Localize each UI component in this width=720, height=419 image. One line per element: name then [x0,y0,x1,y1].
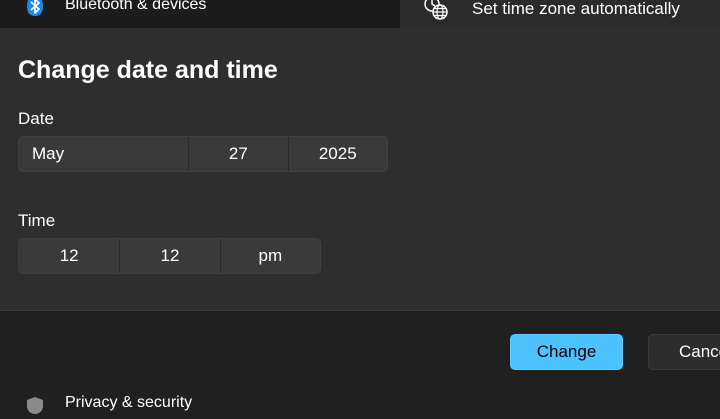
date-label: Date [18,109,54,128]
time-period-field[interactable]: pm [219,239,320,273]
sidebar-item-label: Privacy & security [65,394,193,411]
dialog-body: Change date and time Date May 27 2025 Ti… [0,28,720,310]
bluetooth-icon [24,0,46,18]
sidebar-item-bluetooth-devices[interactable]: Bluetooth & devices [0,0,398,28]
time-hour-field[interactable]: 12 [19,239,119,273]
time-picker[interactable]: 12 12 pm [18,238,321,274]
date-picker[interactable]: May 27 2025 [18,136,388,172]
change-button[interactable]: Change [510,334,623,370]
globe-clock-icon [422,0,450,22]
dialog-footer: Change Cancel [0,310,720,392]
time-minute-field[interactable]: 12 [119,239,219,273]
date-month-field[interactable]: May [19,137,188,171]
shield-icon [24,396,46,414]
time-label: Time [18,211,56,230]
date-year-field[interactable]: 2025 [287,137,387,171]
cancel-button[interactable]: Cancel [648,334,720,370]
setting-row-time-zone-auto[interactable]: Set time zone automatically [400,0,720,28]
change-date-time-dialog: Change date and time Date May 27 2025 Ti… [0,28,720,392]
dialog-title: Change date and time [18,56,278,84]
setting-row-label: Set time zone automatically [472,0,680,18]
sidebar-item-privacy-security[interactable]: Privacy & security [0,392,720,414]
date-day-field[interactable]: 27 [188,137,287,171]
sidebar-item-label: Bluetooth & devices [65,0,207,13]
